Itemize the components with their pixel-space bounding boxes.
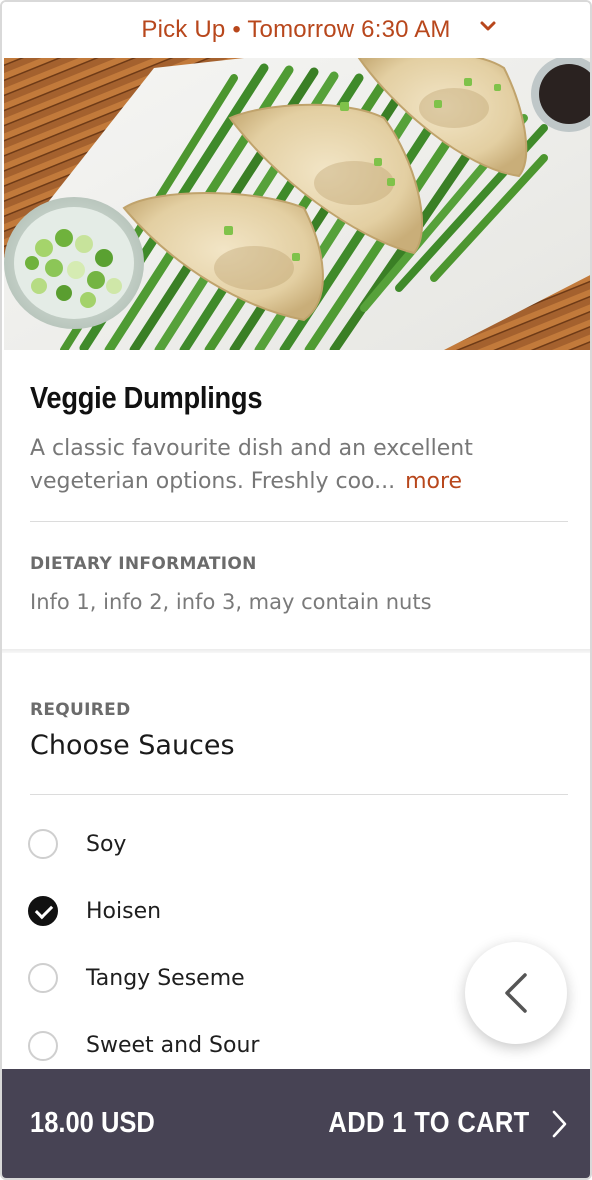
add-to-cart-button[interactable]: ADD 1 TO CART — [329, 1107, 530, 1140]
pickup-text: Pick Up • Tomorrow 6:30 AM — [141, 16, 451, 43]
option-label: Hoisen — [86, 898, 162, 924]
chevron-left-icon — [505, 973, 527, 1013]
divider — [30, 521, 568, 522]
app-frame: Pick Up • Tomorrow 6:30 AM Veggie Dumpli… — [0, 0, 592, 1180]
chevron-down-icon[interactable] — [476, 14, 500, 38]
chevron-right-icon — [552, 1110, 567, 1138]
option-label: Soy — [86, 831, 127, 857]
sauce-option-hoisen[interactable]: Hoisen — [28, 866, 448, 956]
option-label: Tangy Seseme — [86, 965, 245, 991]
sauce-section-title: Choose Sauces — [30, 730, 235, 761]
item-description: A classic favourite dish and an excellen… — [30, 432, 570, 498]
section-separator — [2, 649, 590, 653]
required-label: REQUIRED — [30, 700, 131, 720]
pickup-selector[interactable]: Pick Up • Tomorrow 6:30 AM — [2, 2, 590, 58]
price-label: 18.00 USD — [30, 1107, 155, 1139]
dish-image — [4, 58, 590, 350]
divider — [30, 794, 568, 795]
radio-unchecked[interactable] — [28, 829, 58, 859]
option-label: Sweet and Sour — [86, 1033, 260, 1058]
dietary-label: DIETARY INFORMATION — [30, 554, 257, 574]
dietary-text: Info 1, info 2, info 3, may contain nuts — [30, 590, 432, 614]
sauce-options: Soy Hoisen Tangy Seseme Sweet and Sour — [28, 822, 448, 1091]
sauce-option-soy[interactable]: Soy — [28, 822, 448, 866]
add-to-cart-bar[interactable]: 18.00 USD ADD 1 TO CART — [2, 1069, 590, 1178]
checkmark-icon[interactable] — [28, 896, 58, 926]
radio-unchecked[interactable] — [28, 1030, 58, 1061]
more-link[interactable]: more — [405, 469, 462, 494]
back-button[interactable] — [465, 942, 567, 1044]
sauce-option-tangy-seseme[interactable]: Tangy Seseme — [28, 956, 448, 1000]
radio-unchecked[interactable] — [28, 963, 58, 993]
item-title: Veggie Dumplings — [30, 380, 263, 415]
